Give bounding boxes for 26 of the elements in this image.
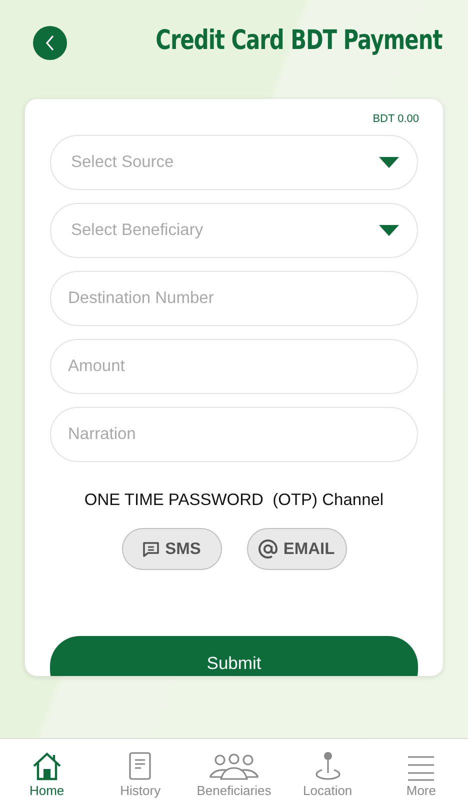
submit-button[interactable]: Submit <box>50 636 418 676</box>
select-dropdown[interactable]: Select Source <box>50 135 418 190</box>
home-icon <box>30 751 63 781</box>
back-button[interactable] <box>33 26 67 60</box>
nav-tab[interactable]: Location <box>280 739 374 800</box>
message-icon <box>142 541 160 557</box>
back-icon <box>44 35 56 51</box>
document-icon <box>128 751 152 781</box>
nav-tab[interactable]: Beneficiaries <box>187 739 281 800</box>
people-icon <box>208 753 260 781</box>
menu-icon <box>406 753 436 781</box>
select-dropdown[interactable]: Select Beneficiary <box>50 203 418 258</box>
nav-tab[interactable]: History <box>94 739 188 800</box>
input-field[interactable]: Narration <box>50 407 418 462</box>
otp-channel-button[interactable]: SMS <box>122 528 222 570</box>
nav-tab[interactable]: Home <box>0 739 94 800</box>
nav-tab[interactable]: More <box>374 739 468 800</box>
otp-channel-label: ONE TIME PASSWORD (OTP) Channel <box>83 491 385 510</box>
page-title: Credit Card BDT Payment <box>155 25 442 56</box>
dropdown-caret-icon <box>379 157 399 168</box>
otp-channel-button[interactable]: EMAIL <box>246 528 346 570</box>
input-field[interactable]: Destination Number <box>50 271 418 326</box>
at-sign-icon <box>258 539 278 559</box>
balance-amount: BDT 0.00 <box>372 113 419 125</box>
dropdown-caret-icon <box>379 225 399 236</box>
input-field[interactable]: Amount <box>50 339 418 394</box>
